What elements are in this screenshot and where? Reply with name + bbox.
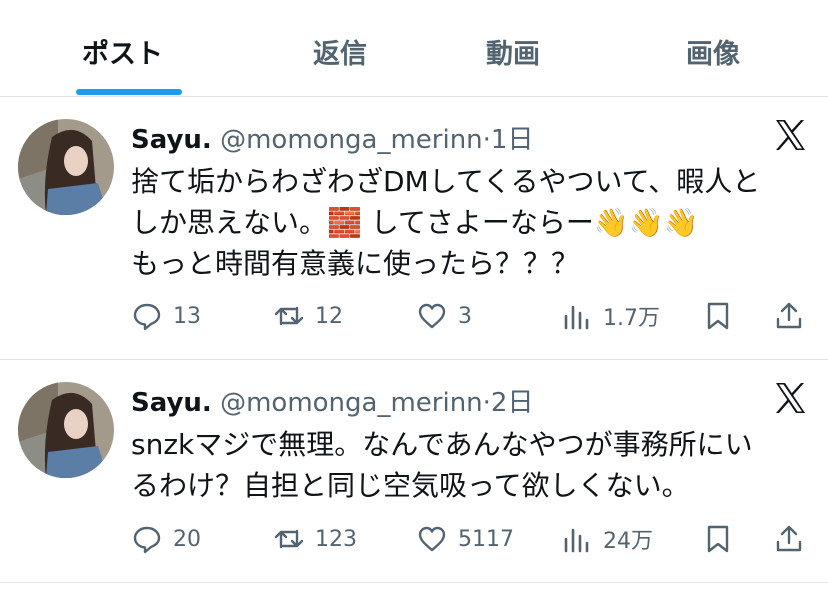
reply-button[interactable]: 13 xyxy=(131,296,201,336)
views-button[interactable]: 24万 xyxy=(561,519,653,559)
post-divider xyxy=(0,582,828,583)
x-logo-icon[interactable] xyxy=(772,380,808,416)
share-icon xyxy=(776,302,802,329)
bookmark-icon xyxy=(707,525,729,553)
like-count: 3 xyxy=(458,303,472,329)
post-text-line: るわけ？自担と同じ空気吸って欲しくない。 xyxy=(131,469,690,502)
user-handle[interactable]: @momonga_merinn xyxy=(220,125,483,155)
reply-icon xyxy=(133,303,161,331)
views-icon xyxy=(564,305,589,330)
meta-separator: · xyxy=(482,388,491,418)
view-count: 24万 xyxy=(603,529,653,554)
post-time[interactable]: 1日 xyxy=(491,125,534,155)
views-icon xyxy=(564,528,589,553)
bookmark-icon xyxy=(707,302,729,330)
post-text-line: snzkマジで無理。なんであんなやつが事務所にい xyxy=(131,428,753,461)
repost-icon xyxy=(274,306,304,326)
tab-videos[interactable]: 動画 xyxy=(486,32,540,71)
post-card[interactable]: Sayu. @momonga_merinn·1日 捨て垢からわざわざDMしてくる… xyxy=(0,97,828,359)
post-text-line: 捨て垢からわざわざDMしてくるやついて、暇人と xyxy=(131,165,761,198)
share-icon xyxy=(776,525,802,552)
post-text: snzkマジで無理。なんであんなやつが事務所にい るわけ？自担と同じ空気吸って欲… xyxy=(131,424,811,506)
reply-icon xyxy=(133,526,161,554)
reply-button[interactable]: 20 xyxy=(131,519,201,559)
avatar[interactable] xyxy=(18,119,114,215)
repost-icon xyxy=(274,529,304,549)
avatar[interactable] xyxy=(18,382,114,478)
repost-count: 123 xyxy=(315,526,357,552)
views-button[interactable]: 1.7万 xyxy=(561,296,660,336)
bookmark-button[interactable] xyxy=(702,296,734,336)
like-count: 5117 xyxy=(458,526,514,552)
x-logo-icon[interactable] xyxy=(772,117,808,153)
post-text: 捨て垢からわざわざDMしてくるやついて、暇人と しか思えない。🧱 してさよーなら… xyxy=(131,161,811,284)
post-card[interactable]: Sayu. @momonga_merinn·2日 snzkマジで無理。なんであん… xyxy=(0,360,828,582)
reply-count: 13 xyxy=(173,303,201,329)
share-button[interactable] xyxy=(773,296,805,336)
post-header: Sayu. @momonga_merinn·1日 xyxy=(131,119,533,156)
like-button[interactable]: 5117 xyxy=(416,519,514,559)
tab-posts[interactable]: ポスト xyxy=(82,32,163,71)
tab-replies[interactable]: 返信 xyxy=(313,32,367,71)
post-header: Sayu. @momonga_merinn·2日 xyxy=(131,382,533,419)
heart-icon xyxy=(418,303,446,329)
like-button[interactable]: 3 xyxy=(416,296,472,336)
display-name[interactable]: Sayu. xyxy=(131,125,212,155)
view-count: 1.7万 xyxy=(603,306,660,331)
repost-count: 12 xyxy=(315,303,343,329)
heart-icon xyxy=(418,526,446,552)
repost-button[interactable]: 123 xyxy=(273,519,357,559)
post-time[interactable]: 2日 xyxy=(491,388,534,418)
repost-button[interactable]: 12 xyxy=(273,296,343,336)
display-name[interactable]: Sayu. xyxy=(131,388,212,418)
post-text-line: しか思えない。🧱 してさよーならー👋👋👋 xyxy=(131,206,699,239)
reply-count: 20 xyxy=(173,526,201,552)
meta-separator: · xyxy=(482,125,491,155)
user-handle[interactable]: @momonga_merinn xyxy=(220,388,483,418)
share-button[interactable] xyxy=(773,519,805,559)
bookmark-button[interactable] xyxy=(702,519,734,559)
active-tab-indicator xyxy=(76,89,182,95)
post-text-line: もっと時間有意義に使ったら？？？ xyxy=(131,247,580,280)
tab-images[interactable]: 画像 xyxy=(686,32,740,71)
profile-tabs: ポスト 返信 動画 画像 xyxy=(0,0,828,96)
